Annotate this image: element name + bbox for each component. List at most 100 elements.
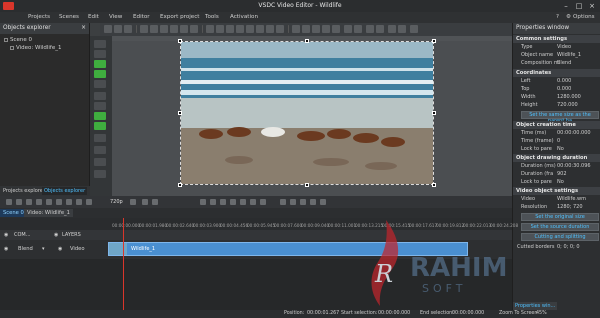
chevron-down-icon[interactable] (332, 25, 340, 33)
settings-icon[interactable] (320, 199, 326, 205)
add-audio-icon[interactable] (94, 80, 106, 88)
playhead[interactable] (123, 218, 124, 310)
transitions-icon[interactable] (344, 25, 352, 33)
prop-value[interactable]: Wildlife_1 (557, 52, 581, 58)
play-icon[interactable] (220, 199, 226, 205)
menu-editor[interactable]: Editor (133, 14, 150, 20)
group-icon[interactable] (226, 25, 234, 33)
prop-value[interactable]: 00:00:00.000 (557, 130, 591, 136)
section-creation-time[interactable]: Object creation time (513, 121, 600, 129)
section-video-object-settings[interactable]: Video object settings (513, 187, 600, 195)
rotate-icon[interactable] (246, 25, 254, 33)
resize-handle[interactable] (178, 39, 182, 43)
eye-icon[interactable]: ◉ (4, 246, 8, 252)
resize-icon[interactable] (276, 25, 284, 33)
chevron-down-icon[interactable]: ▾ (42, 246, 45, 252)
cutting-splitting-button[interactable]: Cutting and splitting (521, 233, 599, 241)
tab-scene-0[interactable]: Scene 0 (0, 209, 27, 217)
effects-icon[interactable] (322, 25, 330, 33)
help-icon[interactable]: ? (556, 14, 559, 20)
align-middle-icon[interactable] (180, 25, 188, 33)
close-icon[interactable]: × (586, 1, 598, 11)
add-chart-icon[interactable] (94, 122, 106, 130)
menu-export-project[interactable]: Export project (160, 14, 200, 20)
same-size-as-parent-button[interactable]: Set the same size as the parent ha (521, 111, 599, 124)
prop-value[interactable]: 1280; 720 (557, 204, 583, 210)
resize-handle[interactable] (432, 39, 436, 43)
prop-value[interactable]: No (557, 179, 564, 185)
tab-objects-explorer[interactable]: Objects explorer (42, 187, 88, 195)
snap-icon[interactable] (302, 25, 310, 33)
zoom-out-icon[interactable] (76, 199, 82, 205)
align-center-icon[interactable] (150, 25, 158, 33)
prop-value[interactable]: 0.000 (557, 78, 571, 84)
rewind-icon[interactable] (200, 199, 206, 205)
ungroup-icon[interactable] (236, 25, 244, 33)
prop-value[interactable]: 0.000 (557, 86, 571, 92)
add-effect-icon[interactable] (94, 112, 106, 120)
flip-icon[interactable] (256, 25, 264, 33)
tree-item-video[interactable]: Video: Wildlife_1 (10, 45, 62, 51)
menu-edit[interactable]: Edit (88, 14, 99, 20)
resize-handle[interactable] (305, 183, 309, 187)
resize-handle[interactable] (305, 39, 309, 43)
prop-value[interactable]: Video (557, 44, 571, 50)
set-original-size-button[interactable]: Set the original size (521, 213, 599, 221)
line-tool-icon[interactable] (94, 92, 106, 100)
expand-icon[interactable] (4, 37, 8, 42)
ellipse-tool-icon[interactable] (94, 102, 106, 110)
resize-handle[interactable] (432, 111, 436, 115)
resize-handle[interactable] (178, 111, 182, 115)
preview-settings-icon[interactable] (130, 199, 136, 205)
prop-value[interactable]: 0 (557, 138, 560, 144)
prop-value[interactable]: 1280.000 (557, 94, 581, 100)
pause-icon[interactable] (230, 199, 236, 205)
chevron-down-icon[interactable] (376, 25, 384, 33)
cut-icon[interactable] (16, 199, 22, 205)
menu-scenes[interactable]: Scenes (59, 14, 79, 20)
set-source-duration-button[interactable]: Set the source duration (521, 223, 599, 231)
record-icon[interactable] (6, 199, 12, 205)
blend-mode-select[interactable]: Blend (18, 246, 33, 252)
undo-icon[interactable] (46, 199, 52, 205)
sprite-tool-icon[interactable] (94, 170, 106, 178)
eye-icon[interactable]: ◉ (4, 232, 8, 238)
crop-icon[interactable] (266, 25, 274, 33)
prop-value[interactable]: 00:00:30.096 (557, 163, 591, 169)
section-common-settings[interactable]: Common settings (513, 35, 600, 43)
eye-icon[interactable]: ◉ (58, 246, 62, 252)
step-back-icon[interactable] (210, 199, 216, 205)
fast-forward-icon[interactable] (260, 199, 266, 205)
prop-value[interactable]: No (557, 146, 564, 152)
menu-activation[interactable]: Activation (230, 14, 258, 20)
redo-icon[interactable] (56, 199, 62, 205)
volume-icon[interactable] (290, 199, 296, 205)
eye-icon[interactable]: ◉ (54, 232, 58, 238)
lock-icon[interactable] (310, 199, 316, 205)
cursor-tool-icon[interactable] (104, 25, 112, 33)
pen-tool-icon[interactable] (94, 134, 106, 142)
align-bottom-icon[interactable] (190, 25, 198, 33)
add-video-icon[interactable] (94, 60, 106, 68)
layer-up-icon[interactable] (206, 25, 214, 33)
marker-icon[interactable] (36, 199, 42, 205)
align-right-icon[interactable] (160, 25, 168, 33)
resize-handle[interactable] (178, 183, 182, 187)
menu-view[interactable]: View (109, 14, 122, 20)
resize-handle[interactable] (432, 183, 436, 187)
chevron-down-icon[interactable] (312, 25, 320, 33)
export-icon[interactable] (366, 25, 374, 33)
prop-value[interactable]: 720.000 (557, 102, 578, 108)
rectangle-tool-icon[interactable] (94, 50, 106, 58)
stop-icon[interactable] (240, 199, 246, 205)
layer-down-icon[interactable] (216, 25, 224, 33)
options-menu[interactable]: Options (573, 14, 595, 20)
chevron-down-icon[interactable] (354, 25, 362, 33)
maximize-icon[interactable]: □ (573, 1, 585, 11)
settings-icon[interactable] (388, 25, 396, 33)
preview-quality-select[interactable]: 720p (110, 199, 123, 205)
menu-projects[interactable]: Projects (28, 14, 50, 20)
zoom-value[interactable]: 45% (536, 311, 547, 316)
fullscreen-icon[interactable] (152, 199, 158, 205)
audio-icon[interactable] (300, 199, 306, 205)
